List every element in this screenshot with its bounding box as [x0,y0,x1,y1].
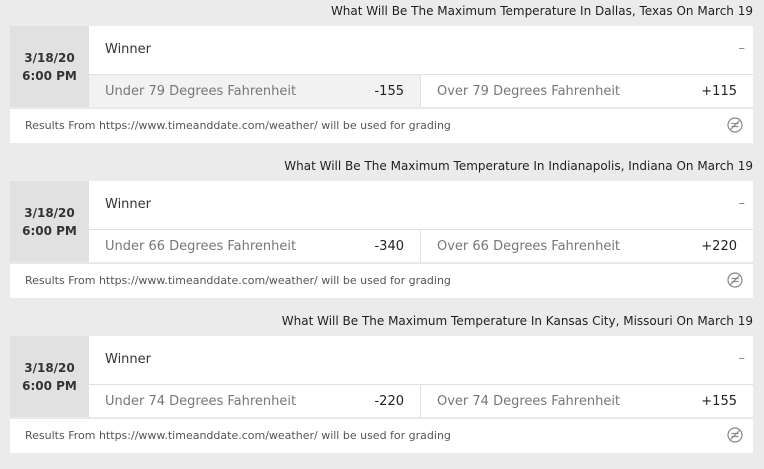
market-title: What Will Be The Maximum Temperature In … [284,159,753,173]
winner-label: Winner [105,197,152,212]
event-date: 3/18/20 [24,50,75,65]
no-betting-stats-icon[interactable] [727,117,743,133]
market-main: Winner – Under 74 Degrees Fahrenheit -22… [89,336,753,417]
winner-row: Winner – [89,26,753,75]
odds-row: Under 79 Degrees Fahrenheit -155 Over 79… [89,75,753,107]
option-label: Under 74 Degrees Fahrenheit [105,393,297,409]
winner-row: Winner – [89,336,753,385]
market-title: What Will Be The Maximum Temperature In … [330,4,753,18]
winner-value: – [738,41,746,56]
grading-note: Results From https://www.timeanddate.com… [25,429,451,442]
event-datetime: 3/18/20 6:00 PM [10,26,89,107]
no-betting-stats-icon[interactable] [727,427,743,443]
event-datetime: 3/18/20 6:00 PM [10,181,89,262]
option-odds: +155 [701,393,737,409]
winner-value: – [738,351,746,366]
grading-note: Results From https://www.timeanddate.com… [25,274,451,287]
option-odds: -220 [374,393,404,409]
option-odds: -155 [374,83,404,99]
market-body: 3/18/20 6:00 PM Winner – Under 79 Degree… [10,26,753,143]
grading-note: Results From https://www.timeanddate.com… [25,119,451,132]
winner-label: Winner [105,42,152,57]
event-datetime: 3/18/20 6:00 PM [10,336,89,417]
market-title: What Will Be The Maximum Temperature In … [281,314,753,328]
over-option-button[interactable]: Over 74 Degrees Fahrenheit +155 [421,385,753,417]
market-main: Winner – Under 66 Degrees Fahrenheit -34… [89,181,753,262]
winner-value: – [738,196,746,211]
odds-row: Under 66 Degrees Fahrenheit -340 Over 66… [89,230,753,262]
odds-row: Under 74 Degrees Fahrenheit -220 Over 74… [89,385,753,417]
winner-row: Winner – [89,181,753,230]
option-label: Over 74 Degrees Fahrenheit [437,393,621,409]
event-date: 3/18/20 [24,205,75,220]
option-odds: +220 [701,238,737,254]
grading-footer: Results From https://www.timeanddate.com… [10,263,753,298]
market-body: 3/18/20 6:00 PM Winner – Under 74 Degree… [10,336,753,453]
option-odds: +115 [701,83,737,99]
over-option-button[interactable]: Over 79 Degrees Fahrenheit +115 [421,75,753,107]
grading-footer: Results From https://www.timeanddate.com… [10,418,753,453]
winner-label: Winner [105,352,152,367]
market-main: Winner – Under 79 Degrees Fahrenheit -15… [89,26,753,107]
under-option-button[interactable]: Under 74 Degrees Fahrenheit -220 [89,385,421,417]
under-option-button[interactable]: Under 79 Degrees Fahrenheit -155 [89,75,421,107]
option-label: Under 79 Degrees Fahrenheit [105,83,297,99]
event-time: 6:00 PM [22,223,77,238]
event-time: 6:00 PM [22,68,77,83]
over-option-button[interactable]: Over 66 Degrees Fahrenheit +220 [421,230,753,262]
event-time: 6:00 PM [22,378,77,393]
no-betting-stats-icon[interactable] [727,272,743,288]
market-body: 3/18/20 6:00 PM Winner – Under 66 Degree… [10,181,753,298]
option-odds: -340 [374,238,404,254]
option-label: Under 66 Degrees Fahrenheit [105,238,297,254]
event-date: 3/18/20 [24,360,75,375]
option-label: Over 66 Degrees Fahrenheit [437,238,621,254]
grading-footer: Results From https://www.timeanddate.com… [10,108,753,143]
option-label: Over 79 Degrees Fahrenheit [437,83,621,99]
under-option-button[interactable]: Under 66 Degrees Fahrenheit -340 [89,230,421,262]
